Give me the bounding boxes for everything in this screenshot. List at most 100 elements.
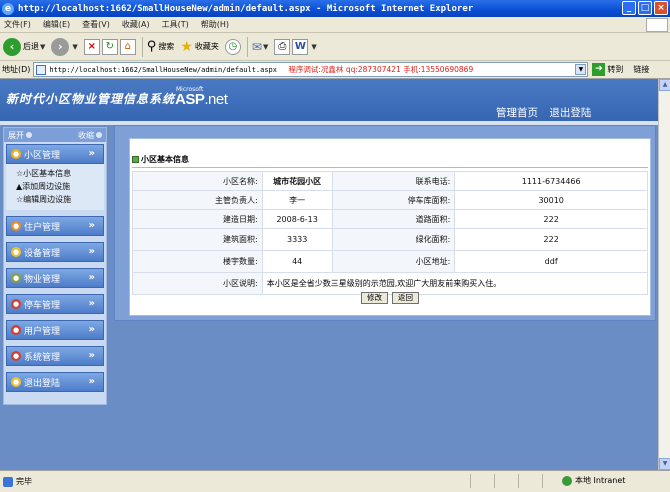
minimize-button[interactable]: _ [622,1,636,15]
word-icon: W [292,38,309,55]
label-building-area: 建筑面积: [132,228,263,251]
address-url[interactable]: http://localhost:1662/SmallHouseNew/admi… [49,66,277,74]
print-icon[interactable]: ⎙ [274,38,291,55]
label-building-count: 楼宇数量: [132,250,263,273]
value-parking-area: 30010 [454,190,648,210]
history-icon[interactable]: ◷ [224,38,241,55]
menu-logout[interactable]: ● 退出登陆 » [6,372,104,392]
search-button[interactable]: ⚲ 搜索 [147,39,175,54]
go-arrow-icon: ➔ [592,63,606,76]
admin-home-link[interactable]: 管理首页 [496,107,538,119]
menu-label: 小区管理 [24,150,61,161]
status-dividers [470,474,560,488]
links-button[interactable]: 链接 [633,64,649,75]
sidebar: 展开 收缩 ● 小区管理 » ☆小区基本信息 ▲添加周边设施 ☆编辑周边设施 ●… [3,127,107,405]
chevron-right-icon: » [88,246,95,257]
community-submenu: ☆小区基本信息 ▲添加周边设施 ☆编辑周边设施 [6,164,104,210]
menu-view[interactable]: 查看(V) [82,19,110,30]
section-title-text: 小区基本信息 [141,155,189,164]
window-title-bar: e http://localhost:1662/SmallHouseNew/ad… [0,0,670,17]
favorites-button[interactable]: ★ 收藏夹 [180,39,219,55]
search-label: 搜索 [158,42,175,51]
go-button[interactable]: ➔ 转到 [592,63,623,76]
chevron-down-icon: ▼ [40,42,46,51]
menu-help[interactable]: 帮助(H) [201,19,229,30]
main-panel: 小区基本信息 小区名称: 城市花园小区 联系电话: 1111-6734466 主… [110,125,658,470]
mail-button[interactable]: ✉ ▼ [252,40,268,54]
label-build-date: 建造日期: [132,209,263,229]
community-info-table: 小区名称: 城市花园小区 联系电话: 1111-6734466 主管负责人: 李… [132,171,649,295]
menu-device-management[interactable]: ● 设备管理 » [6,242,104,262]
menu-label: 住户管理 [24,222,61,233]
menu-favorites[interactable]: 收藏(A) [122,19,150,30]
section-title: 小区基本信息 [132,152,648,168]
label-parking-area: 停车库面积: [331,190,456,210]
collapse-icon [96,132,102,138]
close-button[interactable]: × [654,1,668,15]
menu-label: 物业管理 [24,274,61,285]
ie-icon: e [2,2,14,15]
security-zone: 本地 Intranet [562,475,625,486]
value-address: ddf [454,250,648,273]
value-road-area: 222 [454,209,648,229]
menu-label: 停车管理 [24,300,61,311]
value-building-area: 3333 [261,228,333,251]
info-panel: 小区基本信息 小区名称: 城市花园小区 联系电话: 1111-6734466 主… [129,138,651,316]
submenu-edit-facility[interactable]: ☆编辑周边设施 [16,193,104,206]
back-button[interactable]: ‹ 后退 ▼ [3,37,46,56]
menu-system-management[interactable]: ● 系统管理 » [6,346,104,366]
submenu-add-facility[interactable]: ▲添加周边设施 [16,180,104,193]
user-icon: ● [11,325,21,335]
resident-icon: ● [11,221,21,231]
menu-file[interactable]: 文件(F) [4,19,31,30]
label-phone: 联系电话: [331,171,456,191]
menu-tools[interactable]: 工具(T) [162,19,189,30]
address-input[interactable]: http://localhost:1662/SmallHouseNew/admi… [33,62,589,77]
stop-icon[interactable]: × [83,38,100,55]
menu-edit[interactable]: 编辑(E) [43,19,70,30]
collapse-all-button[interactable]: 收缩 [78,130,102,141]
home-icon[interactable]: ⌂ [119,38,136,55]
back-label: 后退 [23,42,39,51]
address-label: 地址(D) [2,65,31,74]
label-community-name: 小区名称: [132,171,263,191]
edit-button[interactable]: 修改 [361,292,388,304]
maximize-button[interactable]: □ [638,1,652,15]
menu-bar: 文件(F) 编辑(E) 查看(V) 收藏(A) 工具(T) 帮助(H) [0,17,670,33]
submenu-community-info[interactable]: ☆小区基本信息 [16,167,104,180]
page-content: 新时代小区物业管理信息系统 Microsoft ASP.net 管理首页 退出登… [0,79,658,470]
expand-all-button[interactable]: 展开 [8,130,32,141]
label-road-area: 道路面积: [331,209,456,229]
label-manager: 主管负责人: [132,190,263,210]
action-buttons: 修改 返回 [132,289,648,307]
device-icon: ● [11,247,21,257]
menu-community-management[interactable]: ● 小区管理 » [6,144,104,164]
window-title: http://localhost:1662/SmallHouseNew/admi… [18,3,474,14]
debug-note: 程序调试:况鑫林 qq:287307421 手机:13550690869 [288,65,474,74]
star-icon: ★ [180,38,193,55]
refresh-icon[interactable]: ↻ [101,38,118,55]
chevron-right-icon: » [88,272,95,283]
windows-logo-icon [646,18,668,32]
scroll-down-icon[interactable]: ▼ [659,458,670,470]
back-button-page[interactable]: 返回 [392,292,419,304]
table-row: 建造日期: 2008-6-13 道路面积: 222 [132,209,648,229]
menu-property-management[interactable]: ● 物业管理 » [6,268,104,288]
menu-resident-management[interactable]: ● 住户管理 » [6,216,104,236]
vertical-scrollbar[interactable]: ▲ ▼ [658,79,670,470]
edit-word-button[interactable]: W ▼ [292,38,317,55]
back-arrow-icon: ‹ [3,37,21,56]
forward-button[interactable]: › ▼ [51,37,78,56]
table-row: 小区名称: 城市花园小区 联系电话: 1111-6734466 [132,171,648,191]
menu-parking-management[interactable]: ● 停车管理 » [6,294,104,314]
menu-label: 用户管理 [24,326,61,337]
logout-icon: ● [11,377,21,387]
table-row: 建筑面积: 3333 绿化面积: 222 [132,228,648,251]
site-header: 新时代小区物业管理信息系统 Microsoft ASP.net 管理首页 退出登… [0,79,658,121]
menu-user-management[interactable]: ● 用户管理 » [6,320,104,340]
address-dropdown-icon[interactable]: ▼ [575,64,587,75]
value-build-date: 2008-6-13 [261,209,333,229]
logout-link[interactable]: 退出登陆 [549,107,591,119]
status-text: 完毕 [16,477,32,486]
scroll-up-icon[interactable]: ▲ [659,79,670,91]
